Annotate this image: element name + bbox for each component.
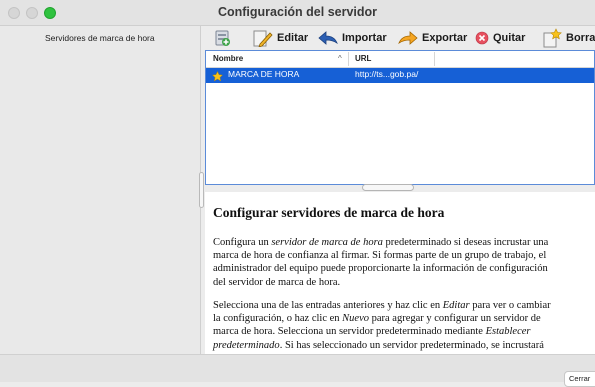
remove-icon	[475, 31, 489, 45]
close-button[interactable]: Cerrar	[564, 371, 595, 387]
help-emphasis: servidor de marca de hora	[271, 237, 383, 248]
window-title: Configuración del servidor	[217, 5, 378, 19]
help-emphasis: predeterminado	[213, 339, 280, 351]
star-icon	[212, 71, 223, 82]
help-emphasis: Establecer	[485, 326, 531, 338]
column-divider[interactable]	[434, 52, 435, 66]
help-emphasis: Editar	[442, 300, 470, 311]
toolbar: Editar Importar Exportar Quitar Borrar	[205, 26, 595, 50]
sort-ascending-icon: ^	[338, 54, 342, 63]
export-button-label: Exportar	[422, 32, 468, 44]
sidebar: Servidores de marca de hora	[0, 26, 201, 354]
clear-button-label: Borrar	[566, 32, 595, 44]
server-name-cell: MARCA DE HORA	[228, 69, 300, 79]
clear-button[interactable]: Borrar	[542, 28, 595, 48]
column-header-name[interactable]: Nombre	[213, 54, 243, 63]
help-panel: Configurar servidores de marca de hora C…	[205, 192, 595, 354]
remove-button[interactable]: Quitar	[475, 28, 525, 48]
import-button[interactable]: Importar	[318, 28, 387, 48]
table-header: Nombre ^ URL	[206, 51, 594, 68]
title-bar: Configuración del servidor	[0, 0, 595, 26]
help-paragraph-2: Selecciona una de las entradas anteriore…	[213, 300, 551, 351]
edit-button[interactable]: Editar	[253, 28, 308, 48]
export-button[interactable]: Exportar	[398, 28, 467, 48]
sidebar-item-timestamp-servers[interactable]: Servidores de marca de hora	[0, 28, 200, 48]
edit-button-label: Editar	[277, 32, 309, 44]
remove-button-label: Quitar	[493, 32, 526, 44]
footer-bar: Cerrar	[0, 354, 595, 387]
help-emphasis: Nuevo	[342, 313, 369, 325]
import-arrow-icon	[318, 31, 338, 45]
edit-icon	[253, 30, 273, 47]
table-row[interactable]: MARCA DE HORA http://ts...gob.pa/	[206, 68, 594, 83]
help-paragraph-1: Configura un servidor de marca de hora p…	[213, 237, 549, 288]
column-divider[interactable]	[348, 52, 349, 66]
help-title: Configurar servidores de marca de hora	[213, 205, 445, 220]
pane-resize-handle[interactable]	[362, 184, 414, 191]
add-server-icon	[215, 30, 230, 46]
server-url-cell: http://ts...gob.pa/	[355, 69, 419, 79]
timestamp-server-table: Nombre ^ URL MARCA DE HORA http://ts...g…	[205, 50, 595, 185]
import-button-label: Importar	[342, 32, 387, 44]
export-arrow-icon	[398, 31, 418, 45]
column-header-url[interactable]: URL	[355, 54, 371, 63]
clear-icon	[543, 28, 562, 48]
new-button[interactable]	[213, 28, 235, 48]
